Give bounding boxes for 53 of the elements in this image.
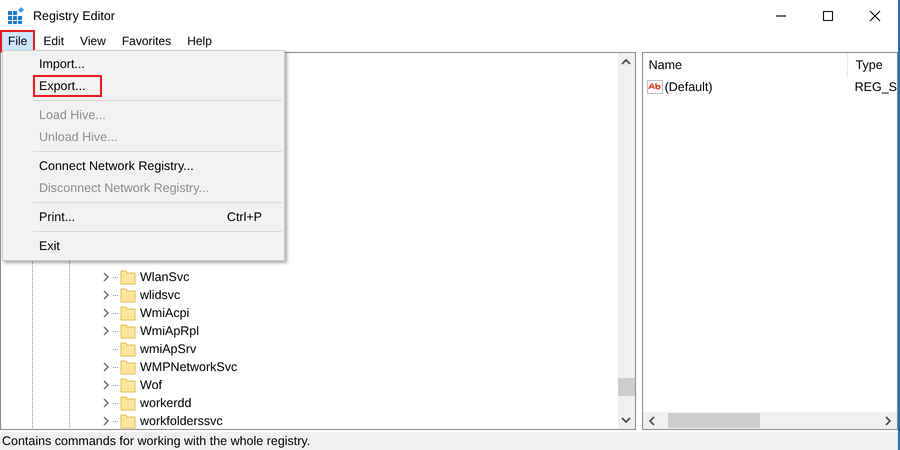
folder-icon	[120, 305, 136, 321]
scroll-up-icon[interactable]	[621, 58, 632, 66]
folder-icon	[120, 359, 136, 375]
tree-item[interactable]: WlanSvc	[140, 270, 190, 284]
menu-item[interactable]: View	[72, 30, 114, 52]
tree-item[interactable]: wlidsvc	[140, 288, 180, 302]
menu-item[interactable]: Favorites	[114, 30, 180, 52]
folder-icon	[120, 287, 136, 303]
tree-item[interactable]: workerdd	[140, 396, 192, 410]
tree-item[interactable]: WMPNetworkSvc	[140, 360, 238, 374]
folder-icon	[120, 395, 136, 411]
scroll-right-icon[interactable]	[884, 416, 892, 426]
shortcut-label: Ctrl+P	[226, 210, 262, 224]
chevron-icon[interactable]	[102, 362, 110, 372]
scrollbar-thumb[interactable]	[668, 413, 760, 428]
string-value-icon	[646, 79, 663, 95]
maximize-icon	[822, 10, 834, 22]
menu-entry[interactable]: Print...	[33, 206, 82, 228]
value-type: REG_S	[854, 80, 897, 94]
tree-item[interactable]: WmiAcpi	[140, 306, 190, 320]
tree-item[interactable]: WmiApRpl	[140, 324, 200, 338]
close-icon	[868, 10, 880, 22]
chevron-icon[interactable]	[102, 290, 110, 300]
tree-item[interactable]: Wof	[140, 378, 162, 392]
value-name: (Default)	[664, 80, 713, 94]
scroll-left-icon[interactable]	[648, 416, 656, 426]
registry-icon	[7, 7, 25, 25]
chevron-icon[interactable]	[102, 326, 110, 336]
chevron-icon[interactable]	[102, 308, 110, 318]
scrollbar-thumb[interactable]	[618, 378, 635, 396]
column-header[interactable]: Type	[846, 53, 883, 77]
menu-entry[interactable]: Export...	[33, 75, 102, 97]
tree-item[interactable]: wmiApSrv	[140, 342, 196, 356]
folder-icon	[120, 413, 136, 429]
status-text: Contains commands for working with the whole registry.	[2, 434, 310, 448]
menu-entry[interactable]: Exit	[33, 235, 66, 257]
chevron-icon[interactable]	[102, 416, 110, 426]
menu-item[interactable]: Help	[179, 30, 220, 52]
menu-entry[interactable]: Connect Network Registry...	[33, 155, 200, 177]
column-header[interactable]: Name	[642, 58, 847, 72]
chevron-icon[interactable]	[102, 398, 110, 408]
tree-item[interactable]: workfolderssvc	[140, 414, 223, 428]
menu-item[interactable]: Edit	[35, 30, 72, 52]
chevron-icon[interactable]	[102, 380, 110, 390]
window-title: Registry Editor	[33, 9, 115, 23]
chevron-icon[interactable]	[102, 272, 110, 282]
folder-icon	[120, 323, 136, 339]
folder-icon	[120, 341, 136, 357]
menu-entry[interactable]: Import...	[33, 53, 91, 75]
menu-item[interactable]: File	[0, 30, 36, 52]
folder-icon	[120, 269, 136, 285]
folder-icon	[120, 377, 136, 393]
scroll-down-icon[interactable]	[621, 416, 632, 424]
